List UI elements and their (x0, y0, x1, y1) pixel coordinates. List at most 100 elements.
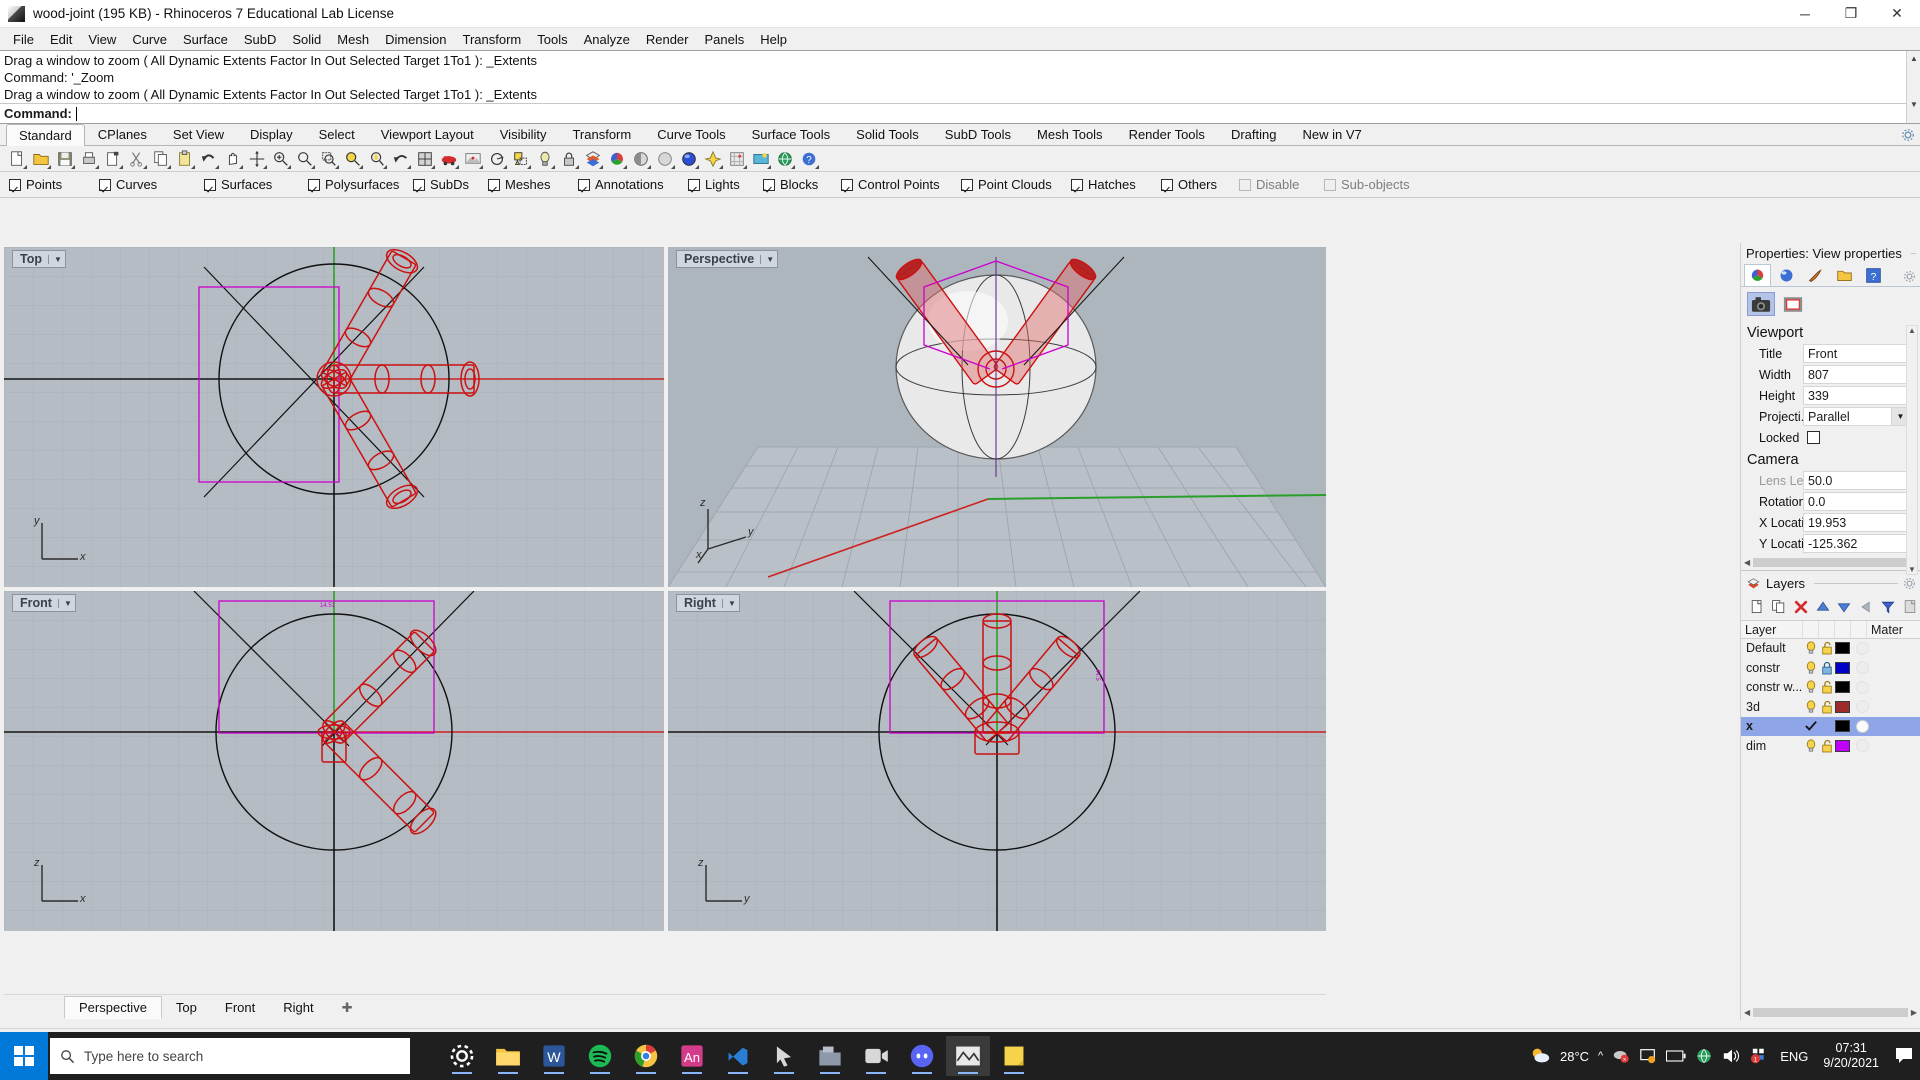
input-language[interactable]: ENG (1780, 1049, 1808, 1064)
filter-checkbox-control-points[interactable]: Control Points (841, 177, 961, 192)
layer-visibility-icon[interactable] (1803, 641, 1819, 655)
layer-row[interactable]: constr w... (1741, 678, 1920, 698)
save-icon[interactable] (53, 148, 76, 170)
camera-button[interactable] (1747, 292, 1775, 316)
toolbar-tab-visibility[interactable]: Visibility (487, 123, 560, 145)
osnap-icon[interactable] (749, 148, 772, 170)
display-tab[interactable] (1802, 264, 1829, 286)
toolbar-tab-viewport-layout[interactable]: Viewport Layout (368, 123, 487, 145)
material-icon[interactable] (581, 148, 604, 170)
command-prompt[interactable]: Command: (0, 103, 1920, 123)
move-up-icon[interactable] (1813, 597, 1833, 616)
taskbar-clock[interactable]: 07:31 9/20/2021 (1817, 1041, 1885, 1071)
lock-icon[interactable] (557, 148, 580, 170)
layer-material-swatch[interactable] (1856, 680, 1869, 694)
layer-color-swatch[interactable] (1835, 720, 1850, 733)
copy-icon[interactable] (149, 148, 172, 170)
filter-checkbox-sub-objects[interactable]: Sub-objects (1324, 177, 1434, 192)
layers-icon[interactable] (485, 148, 508, 170)
filter-checkbox-lights[interactable]: Lights (688, 177, 763, 192)
notification-badge-icon[interactable]: 1 (1751, 1047, 1771, 1065)
display-settings-icon[interactable] (1639, 1047, 1657, 1065)
taskbar-app-discord[interactable] (900, 1036, 944, 1076)
properties-hscrollbar[interactable]: ◀ ▶ (1741, 554, 1920, 570)
grid-snap-icon[interactable] (725, 148, 748, 170)
zoom-extents-icon[interactable] (365, 148, 388, 170)
filter-checkbox-blocks[interactable]: Blocks (763, 177, 841, 192)
weather-icon[interactable] (1529, 1045, 1551, 1067)
filter-icon[interactable] (1878, 597, 1898, 616)
toolbar-tab-surface-tools[interactable]: Surface Tools (739, 123, 844, 145)
taskbar-app-word[interactable]: W (532, 1036, 576, 1076)
paste-icon[interactable] (173, 148, 196, 170)
layer-sheet-icon[interactable] (1900, 597, 1920, 616)
property-value[interactable]: 339 (1803, 386, 1910, 405)
toolbar-tab-drafting[interactable]: Drafting (1218, 123, 1290, 145)
filter-checkbox-disable[interactable]: Disable (1239, 177, 1324, 192)
layer-lock-icon[interactable] (1819, 641, 1835, 655)
layer-row[interactable]: dim (1741, 737, 1920, 756)
toolbar-tab-display[interactable]: Display (237, 123, 306, 145)
layer-row[interactable]: Default (1741, 639, 1920, 659)
viewport-perspective-dropdown-icon[interactable]: ▼ (760, 254, 774, 264)
viewport-front[interactable]: 14.51 Front ▼ z x (4, 591, 664, 931)
layer-color-swatch[interactable] (1835, 681, 1850, 694)
layer-material-swatch[interactable] (1856, 641, 1869, 655)
layer-material-swatch[interactable] (1856, 700, 1869, 714)
menu-item-tools[interactable]: Tools (529, 30, 575, 49)
taskbar-app-cursor-app[interactable] (762, 1036, 806, 1076)
toolbar-tab-select[interactable]: Select (306, 123, 368, 145)
filter-checkbox-points[interactable]: Points (9, 177, 99, 192)
print-icon[interactable] (77, 148, 100, 170)
viewport-front-dropdown-icon[interactable]: ▼ (57, 598, 72, 608)
onedrive-error-icon[interactable]: × (1612, 1047, 1630, 1065)
viewport-tab-add[interactable]: ✚ (328, 997, 367, 1019)
menu-item-render[interactable]: Render (638, 30, 697, 49)
filter-checkbox-meshes[interactable]: Meshes (488, 177, 578, 192)
menu-item-file[interactable]: File (5, 30, 42, 49)
menu-item-dimension[interactable]: Dimension (377, 30, 454, 49)
viewport-tab-front[interactable]: Front (211, 997, 269, 1018)
layer-material-swatch[interactable] (1856, 739, 1869, 753)
filter-checkbox-subds[interactable]: SubDs (413, 177, 488, 192)
filter-checkbox-polysurfaces[interactable]: Polysurfaces (308, 177, 413, 192)
toolbar-tab-subd-tools[interactable]: SubD Tools (932, 123, 1024, 145)
minimize-button[interactable]: ─ (1782, 0, 1828, 28)
properties-scrollbar[interactable]: ▲ ▼ (1906, 325, 1918, 575)
menu-item-panels[interactable]: Panels (696, 30, 752, 49)
network-icon[interactable] (1695, 1047, 1713, 1065)
filter-checkbox-point-clouds[interactable]: Point Clouds (961, 177, 1071, 192)
viewport-front-label[interactable]: Front ▼ (12, 594, 76, 612)
viewport-perspective-label[interactable]: Perspective ▼ (676, 250, 779, 268)
layer-lock-icon[interactable] (1819, 661, 1835, 675)
menu-item-curve[interactable]: Curve (124, 30, 175, 49)
menu-item-mesh[interactable]: Mesh (329, 30, 377, 49)
menu-item-solid[interactable]: Solid (284, 30, 329, 49)
layers-hscroll-right-icon[interactable]: ▶ (1911, 1008, 1917, 1017)
layers-hscrollbar[interactable]: ◀ ▶ (1741, 1004, 1920, 1020)
toolbar-tab-render-tools[interactable]: Render Tools (1116, 123, 1218, 145)
properties-scroll-down-icon[interactable]: ▼ (1907, 565, 1917, 574)
cut-icon[interactable] (125, 148, 148, 170)
export-icon[interactable] (101, 148, 124, 170)
layer-visibility-icon[interactable] (1803, 661, 1819, 675)
layers-col-layer[interactable]: Layer (1741, 621, 1803, 638)
layer-material-swatch[interactable] (1856, 661, 1869, 675)
toolbar-tab-set-view[interactable]: Set View (160, 123, 237, 145)
shade-icon[interactable] (629, 148, 652, 170)
named-view-icon[interactable] (701, 148, 724, 170)
layer-lock-icon[interactable] (1819, 680, 1835, 694)
viewport-front-canvas[interactable]: 14.51 (4, 591, 664, 931)
render-preview-icon[interactable] (461, 148, 484, 170)
toolbar-tab-solid-tools[interactable]: Solid Tools (843, 123, 932, 145)
action-center-icon[interactable] (1894, 1047, 1914, 1065)
viewport-top-canvas[interactable] (4, 247, 664, 587)
duplicate-layer-icon[interactable] (1769, 597, 1789, 616)
taskbar-app-file-explorer[interactable] (486, 1036, 530, 1076)
layer-lock-icon[interactable] (1819, 739, 1835, 753)
move-icon[interactable] (245, 148, 268, 170)
taskbar-app-video[interactable] (854, 1036, 898, 1076)
viewport-right-canvas[interactable]: 44.5 (668, 591, 1326, 931)
layers-col-material[interactable]: Mater (1867, 621, 1920, 638)
toolbar-tab-new-in-v7[interactable]: New in V7 (1289, 123, 1374, 145)
